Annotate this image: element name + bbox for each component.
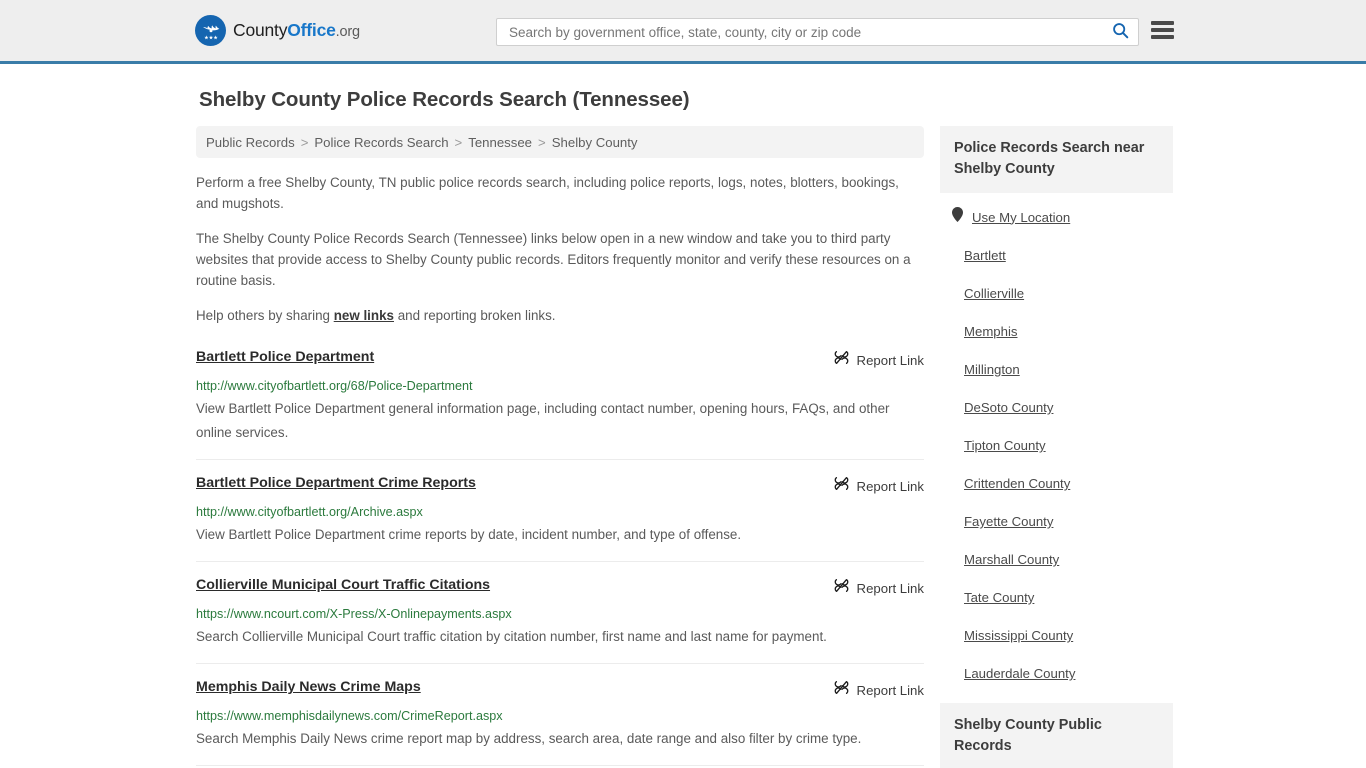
hamburger-bar xyxy=(1151,21,1174,25)
use-my-location-link[interactable]: Use My Location xyxy=(972,210,1070,225)
result-title-link[interactable]: Bartlett Police Department xyxy=(196,348,374,367)
result-item: Memphis Daily News Crime Maps Report Lin… xyxy=(196,664,924,766)
breadcrumb-separator: > xyxy=(454,134,463,150)
breadcrumb-separator: > xyxy=(538,134,546,150)
intro-paragraph-3: Help others by sharing new links and rep… xyxy=(196,305,924,326)
nearby-location-link[interactable]: Millington xyxy=(964,362,1020,377)
result-url[interactable]: http://www.cityofbartlett.org/68/Police-… xyxy=(196,378,924,394)
intro-text-before: Help others by sharing xyxy=(196,308,334,323)
report-link-button[interactable]: Report Link xyxy=(833,679,924,701)
result-item: Collierville Municipal Court Traffic Cit… xyxy=(196,562,924,664)
nearby-location-item: Memphis xyxy=(952,323,1173,341)
sidebar: Police Records Search near Shelby County… xyxy=(940,126,1173,768)
result-title-link[interactable]: Bartlett Police Department Crime Reports xyxy=(196,474,476,493)
nearby-location-item: Lauderdale County xyxy=(952,665,1173,683)
report-link-label: Report Link xyxy=(856,682,924,698)
result-url[interactable]: https://www.ncourt.com/X-Press/X-Onlinep… xyxy=(196,606,924,622)
result-item: Bartlett Police Department Crime Reports… xyxy=(196,460,924,562)
intro-section: Perform a free Shelby County, TN public … xyxy=(196,172,924,326)
nearby-location-link[interactable]: Lauderdale County xyxy=(964,666,1075,681)
search-input[interactable] xyxy=(507,19,1110,45)
nearby-location-link[interactable]: Memphis xyxy=(964,324,1018,339)
report-link-label: Report Link xyxy=(856,478,924,494)
result-description: Search Memphis Daily News crime report m… xyxy=(196,731,862,746)
nearby-location-item: Tipton County xyxy=(952,437,1173,455)
nearby-location-item: Marshall County xyxy=(952,551,1173,569)
main-content: Public Records > Police Records Search > Ten… xyxy=(196,126,924,768)
nearby-section-heading: Police Records Search near Shelby County xyxy=(940,126,1173,193)
result-description: View Bartlett Police Department general … xyxy=(196,401,890,440)
nearby-location-item: Tate County xyxy=(952,589,1173,607)
content-columns: Public Records > Police Records Search > Ten… xyxy=(0,126,1366,768)
report-link-button[interactable]: Report Link xyxy=(833,475,924,497)
nearby-location-link[interactable]: Collierville xyxy=(964,286,1024,301)
nearby-links: Use My Location Bartlett Collierville Memp… xyxy=(940,193,1173,683)
result-title-link[interactable]: Collierville Municipal Court Traffic Cit… xyxy=(196,576,490,595)
report-link-button[interactable]: Report Link xyxy=(833,349,924,371)
nearby-location-link[interactable]: Bartlett xyxy=(964,248,1006,263)
logo-wordmark: CountyOffice.org xyxy=(233,20,360,41)
new-links-link[interactable]: new links xyxy=(334,308,394,323)
nearby-location-item: Crittenden County xyxy=(952,475,1173,493)
nearby-location-item: Millington xyxy=(952,361,1173,379)
result-header: Bartlett Police Department Report Link xyxy=(196,348,924,371)
breadcrumb-item[interactable]: Public Records xyxy=(206,135,295,150)
logo-text-county: County xyxy=(233,20,288,40)
nearby-location-link[interactable]: Crittenden County xyxy=(964,476,1070,491)
breadcrumb-item[interactable]: Tennessee xyxy=(468,135,532,150)
intro-paragraph-2: The Shelby County Police Records Search … xyxy=(196,231,911,288)
search-button[interactable] xyxy=(1110,22,1130,42)
nearby-location-item: Mississippi County xyxy=(952,627,1173,645)
hamburger-menu-icon[interactable] xyxy=(1151,21,1174,39)
report-link-label: Report Link xyxy=(856,352,924,368)
map-pin-icon xyxy=(952,207,963,227)
site-logo[interactable]: CountyOffice.org xyxy=(195,15,360,46)
breadcrumb: Public Records > Police Records Search > Ten… xyxy=(196,126,924,158)
result-header: Bartlett Police Department Crime Reports… xyxy=(196,474,924,497)
breadcrumb-item[interactable]: Police Records Search xyxy=(314,135,448,150)
nearby-location-link[interactable]: Marshall County xyxy=(964,552,1059,567)
broken-link-icon xyxy=(833,349,850,371)
result-url[interactable]: https://www.memphisdailynews.com/CrimeRe… xyxy=(196,708,924,724)
search-icon xyxy=(1112,22,1129,42)
result-header: Collierville Municipal Court Traffic Cit… xyxy=(196,576,924,599)
breadcrumb-separator: > xyxy=(300,134,309,150)
intro-text-after: and reporting broken links. xyxy=(393,308,556,323)
search-bar[interactable] xyxy=(496,18,1139,46)
report-link-button[interactable]: Report Link xyxy=(833,577,924,599)
broken-link-icon xyxy=(833,577,850,599)
result-header: Memphis Daily News Crime Maps Report Lin… xyxy=(196,678,924,701)
site-header: CountyOffice.org xyxy=(0,0,1366,64)
nearby-location-link[interactable]: DeSoto County xyxy=(964,400,1053,415)
nearby-location-link[interactable]: Tipton County xyxy=(964,438,1046,453)
result-title-link[interactable]: Memphis Daily News Crime Maps xyxy=(196,678,421,697)
report-link-label: Report Link xyxy=(856,580,924,596)
results-list: Bartlett Police Department Report Link ht… xyxy=(196,348,924,766)
hamburger-bar xyxy=(1151,35,1174,39)
nearby-location-item: Fayette County xyxy=(952,513,1173,531)
public-records-section-heading: Shelby County Public Records xyxy=(940,703,1173,768)
nearby-location-item: Bartlett xyxy=(952,247,1173,265)
logo-text-tld: .org xyxy=(335,24,360,40)
page-title: Shelby County Police Records Search (Ten… xyxy=(199,88,690,111)
use-my-location-row[interactable]: Use My Location xyxy=(952,207,1173,227)
logo-text-office: Office xyxy=(287,20,336,40)
nearby-location-link[interactable]: Fayette County xyxy=(964,514,1053,529)
nearby-location-link[interactable]: Mississippi County xyxy=(964,628,1073,643)
nearby-location-list: Bartlett Collierville Memphis Millington DeS… xyxy=(952,247,1173,683)
result-description: View Bartlett Police Department crime re… xyxy=(196,527,742,542)
result-url[interactable]: http://www.cityofbartlett.org/Archive.as… xyxy=(196,504,924,520)
result-description: Search Collierville Municipal Court traf… xyxy=(196,629,827,644)
intro-paragraph-1: Perform a free Shelby County, TN public … xyxy=(196,175,899,211)
eagle-stars-logo-icon xyxy=(195,15,226,46)
broken-link-icon xyxy=(833,679,850,701)
nearby-location-item: Collierville xyxy=(952,285,1173,303)
broken-link-icon xyxy=(833,475,850,497)
result-item: Bartlett Police Department Report Link ht… xyxy=(196,348,924,460)
hamburger-bar xyxy=(1151,28,1174,32)
nearby-location-link[interactable]: Tate County xyxy=(964,590,1034,605)
breadcrumb-item[interactable]: Shelby County xyxy=(552,135,638,150)
nearby-location-item: DeSoto County xyxy=(952,399,1173,417)
